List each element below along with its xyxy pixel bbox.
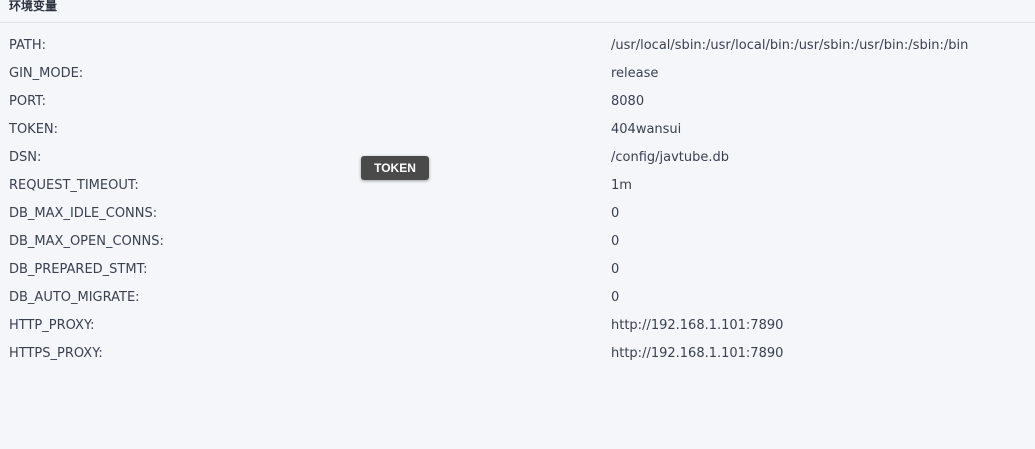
token-tooltip: TOKEN (361, 156, 429, 180)
env-key: REQUEST_TIMEOUT: (9, 178, 139, 193)
env-key: HTTP_PROXY: (9, 318, 95, 333)
env-value: 0 (611, 234, 620, 249)
env-row-token: TOKEN: 404wansui (0, 116, 1035, 144)
section-title: 环境变量 (9, 0, 58, 13)
env-row-request-timeout: REQUEST_TIMEOUT: 1m (0, 172, 1035, 200)
env-row-dsn: DSN: /config/javtube.db (0, 144, 1035, 172)
env-key: TOKEN: (9, 122, 59, 137)
env-value: http://192.168.1.101:7890 (611, 318, 784, 333)
env-key: DB_MAX_IDLE_CONNS: (9, 206, 158, 221)
env-row-path: PATH: /usr/local/sbin:/usr/local/bin:/us… (0, 32, 1035, 60)
env-row-db-max-open-conns: DB_MAX_OPEN_CONNS: 0 (0, 228, 1035, 256)
env-key: GIN_MODE: (9, 66, 84, 81)
env-key: DSN: (9, 150, 42, 165)
env-value: /usr/local/sbin:/usr/local/bin:/usr/sbin… (611, 38, 969, 53)
env-value: 0 (611, 290, 620, 305)
env-value: release (611, 66, 659, 81)
env-row-db-prepared-stmt: DB_PREPARED_STMT: 0 (0, 256, 1035, 284)
environment-variables-panel: 环境变量 PATH: /usr/local/sbin:/usr/local/bi… (0, 0, 1035, 449)
env-value: 1m (611, 178, 632, 193)
env-value: http://192.168.1.101:7890 (611, 346, 784, 361)
env-key: DB_MAX_OPEN_CONNS: (9, 234, 164, 249)
env-value: 0 (611, 262, 620, 277)
env-value: /config/javtube.db (611, 150, 730, 165)
env-row-gin-mode: GIN_MODE: release (0, 60, 1035, 88)
section-header: 环境变量 (0, 0, 1035, 23)
env-row-https-proxy: HTTPS_PROXY: http://192.168.1.101:7890 (0, 340, 1035, 368)
env-key: DB_PREPARED_STMT: (9, 262, 148, 277)
env-key: PATH: (9, 38, 46, 53)
env-value: 404wansui (611, 122, 682, 137)
env-variable-list: PATH: /usr/local/sbin:/usr/local/bin:/us… (0, 32, 1035, 368)
env-key: DB_AUTO_MIGRATE: (9, 290, 140, 305)
env-key: PORT: (9, 94, 47, 109)
env-row-port: PORT: 8080 (0, 88, 1035, 116)
env-row-http-proxy: HTTP_PROXY: http://192.168.1.101:7890 (0, 312, 1035, 340)
env-key: HTTPS_PROXY: (9, 346, 103, 361)
env-value: 0 (611, 206, 620, 221)
env-row-db-auto-migrate: DB_AUTO_MIGRATE: 0 (0, 284, 1035, 312)
env-row-db-max-idle-conns: DB_MAX_IDLE_CONNS: 0 (0, 200, 1035, 228)
env-value: 8080 (611, 94, 645, 109)
